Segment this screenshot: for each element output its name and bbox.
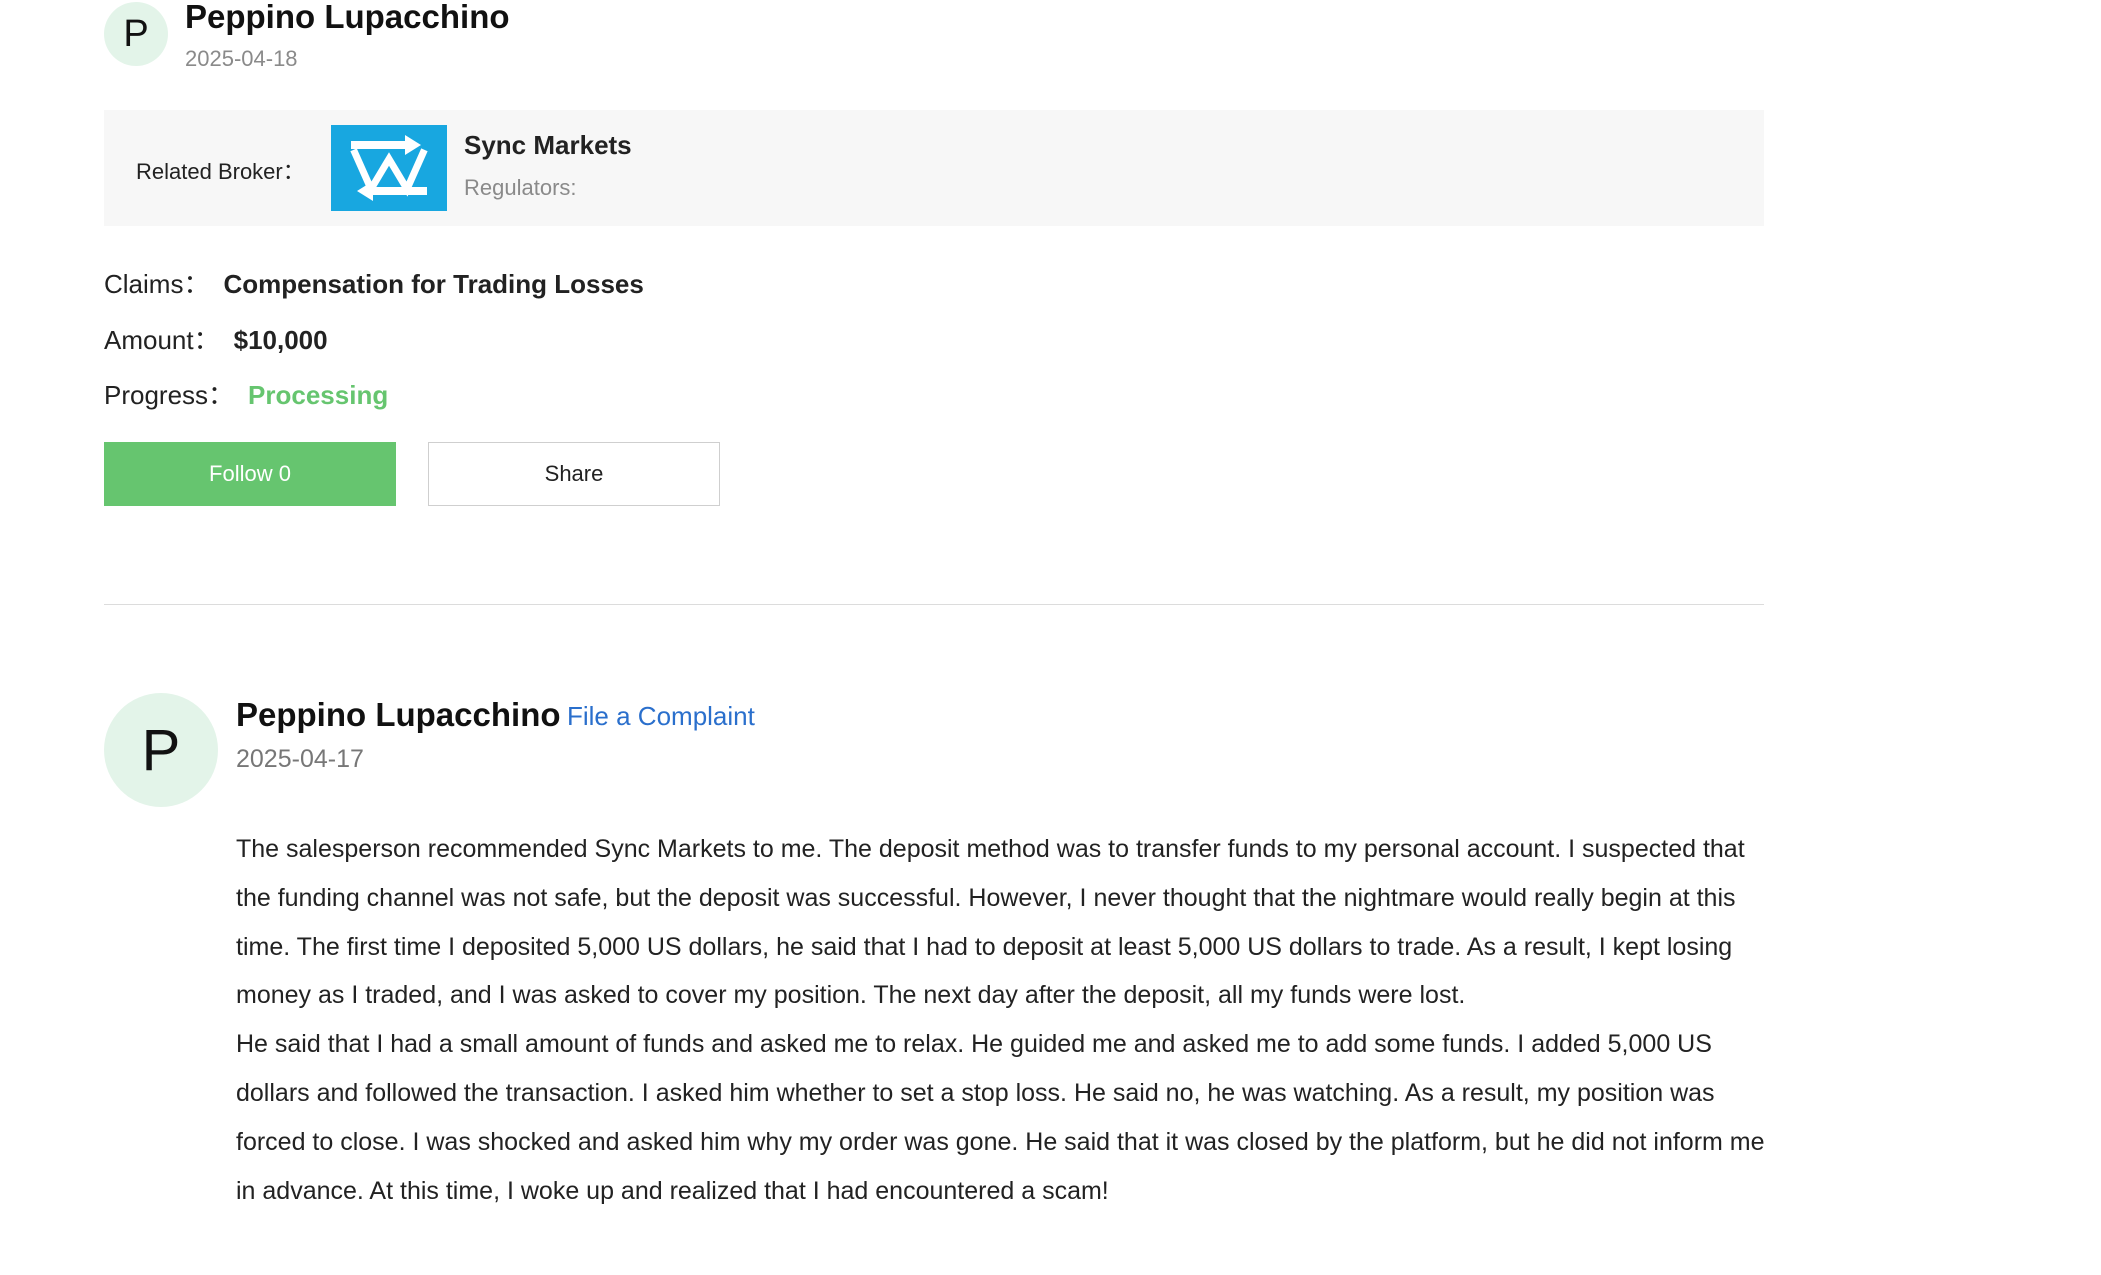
- related-broker-label: Related Broker：: [136, 159, 305, 184]
- follow-button[interactable]: Follow 0: [104, 442, 396, 506]
- complaint-header: P Peppino Lupacchino 2025-04-18: [104, 0, 1004, 80]
- amount-value: $10,000: [233, 325, 328, 355]
- claims-row: Claims： Compensation for Trading Losses: [104, 264, 644, 301]
- claims-value: Compensation for Trading Losses: [223, 269, 644, 299]
- broker-name[interactable]: Sync Markets: [464, 130, 632, 161]
- progress-status: Processing: [248, 380, 389, 410]
- claims-label: Claims：: [104, 269, 210, 299]
- broker-regulators: Regulators:: [464, 175, 577, 200]
- post-date: 2025-04-18: [185, 46, 298, 71]
- user-name[interactable]: Peppino Lupacchino: [185, 0, 510, 36]
- avatar[interactable]: P: [104, 2, 168, 66]
- post-body: The salesperson recommended Sync Markets…: [236, 825, 1776, 1215]
- amount-row: Amount： $10,000: [104, 320, 328, 357]
- related-broker-card[interactable]: Related Broker： Sync Markets Regulators:: [104, 110, 1764, 226]
- post-paragraph: He said that I had a small amount of fun…: [236, 1030, 1765, 1205]
- post-avatar[interactable]: P: [104, 693, 218, 807]
- post-paragraph: The salesperson recommended Sync Markets…: [236, 835, 1745, 1010]
- share-button[interactable]: Share: [428, 442, 720, 506]
- file-complaint-link[interactable]: File a Complaint: [567, 701, 755, 732]
- progress-label: Progress：: [104, 380, 235, 410]
- post-date-secondary: 2025-04-17: [236, 745, 364, 773]
- broker-logo-icon[interactable]: [331, 125, 447, 211]
- amount-label: Amount：: [104, 325, 220, 355]
- progress-row: Progress： Processing: [104, 375, 388, 412]
- divider: [104, 604, 1764, 605]
- post-user-name[interactable]: Peppino Lupacchino: [236, 696, 561, 734]
